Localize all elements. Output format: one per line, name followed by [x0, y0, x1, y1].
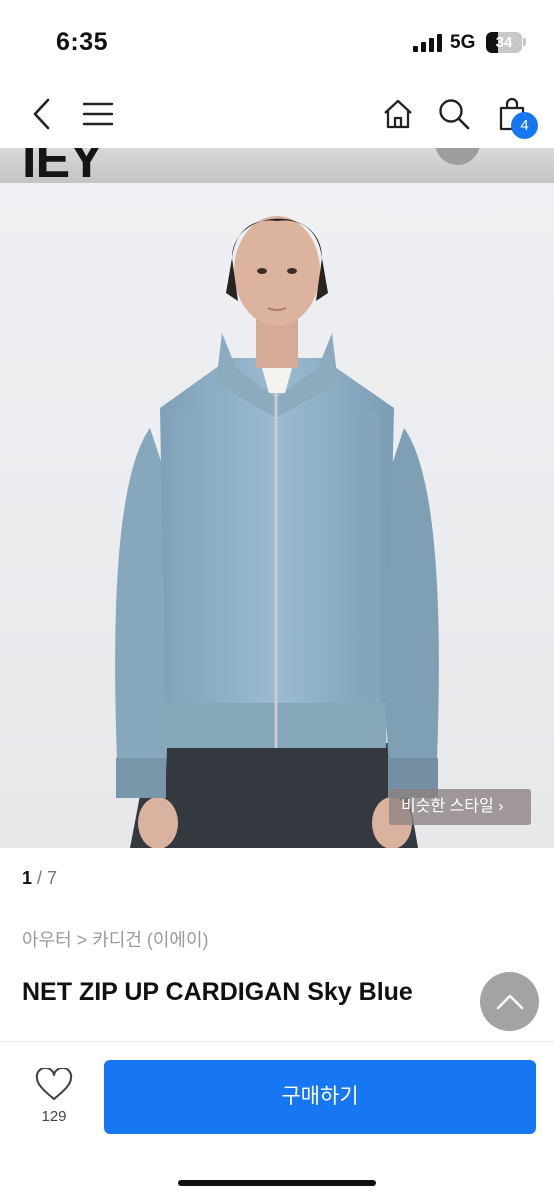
back-button[interactable]: [20, 92, 64, 136]
network-label: 5G: [450, 32, 476, 53]
buy-button[interactable]: 구매하기: [104, 1060, 536, 1134]
battery-tip: [523, 38, 526, 46]
previous-slide-strip: IEY: [0, 148, 554, 183]
product-title: NET ZIP UP CARDIGAN Sky Blue: [22, 978, 413, 1006]
home-icon: [384, 99, 412, 129]
model-photo: [0, 183, 554, 848]
wishlist-overlay-icon[interactable]: [435, 148, 480, 165]
top-nav: [0, 86, 554, 148]
signal-icon: [413, 34, 443, 52]
home-button[interactable]: [376, 92, 420, 136]
search-icon: [439, 99, 470, 130]
home-indicator: [178, 1180, 376, 1186]
similar-style-button[interactable]: 비슷한 스타일 ›: [389, 789, 531, 825]
back-icon: [33, 98, 50, 130]
product-page: 6:35 5G 34 4 IEY 비슷한 스타일 › 1 / 7 아우터 > 카…: [0, 0, 554, 1200]
battery-label: 34: [495, 34, 513, 51]
like-count: 129: [41, 1108, 67, 1125]
search-button[interactable]: [432, 92, 476, 136]
brand-logo-fragment: IEY: [22, 148, 104, 183]
menu-button[interactable]: [76, 92, 120, 136]
pager-current: 1: [22, 868, 33, 888]
cart-count-badge: 4: [511, 112, 538, 139]
image-pager: 1 / 7: [22, 868, 57, 889]
chevron-up-icon: [496, 994, 523, 1009]
status-bar: 6:35 5G 34: [0, 0, 554, 86]
battery-icon: 34: [486, 32, 522, 53]
status-time: 6:35: [56, 28, 109, 56]
scroll-top-button[interactable]: [480, 972, 539, 1031]
menu-icon: [82, 102, 114, 126]
heart-icon: [35, 1066, 73, 1101]
category-breadcrumb[interactable]: 아우터 > 카디건 (이에이): [22, 926, 209, 952]
pager-total: / 7: [37, 868, 58, 888]
product-image[interactable]: [0, 183, 554, 848]
like-button[interactable]: 129: [30, 1066, 78, 1128]
